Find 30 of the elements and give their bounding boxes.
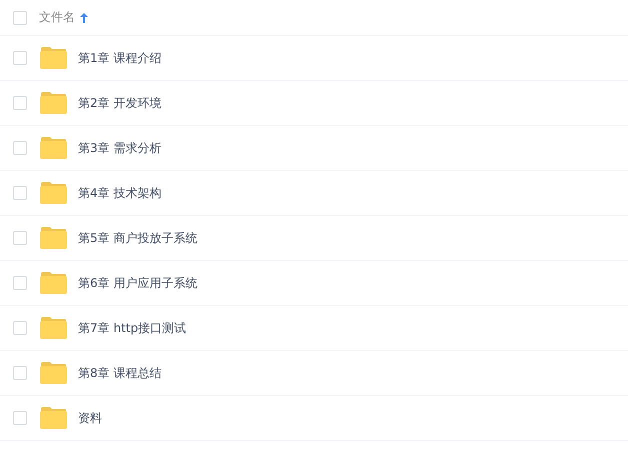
checkbox[interactable]: [13, 411, 27, 425]
sort-arrow-icon[interactable]: [80, 12, 88, 22]
checkbox[interactable]: [13, 276, 27, 290]
folder-icon: [40, 317, 67, 339]
checkbox[interactable]: [13, 141, 27, 155]
file-name[interactable]: 第5章 商户投放子系统: [78, 230, 198, 246]
folder-icon: [40, 407, 67, 429]
folder-icon: [40, 47, 67, 69]
folder-icon: [40, 182, 67, 204]
folder-icon: [40, 92, 67, 114]
checkbox[interactable]: [13, 231, 27, 245]
file-name[interactable]: 第8章 课程总结: [78, 364, 162, 382]
column-header[interactable]: 文件名: [39, 9, 75, 26]
file-name[interactable]: 第4章 技术架构: [78, 184, 162, 202]
file-name[interactable]: 第2章 开发环境: [78, 94, 162, 112]
folder-icon: [40, 137, 67, 159]
file-name[interactable]: 第7章 http接口测试: [78, 320, 186, 336]
checkbox[interactable]: [13, 51, 27, 65]
file-name[interactable]: 第3章 需求分析: [78, 140, 162, 156]
folder-icon: [40, 272, 67, 294]
checkbox[interactable]: [13, 186, 27, 200]
folder-icon: [40, 362, 67, 384]
file-name[interactable]: 资料: [78, 410, 102, 426]
checkbox[interactable]: [13, 10, 27, 24]
file-name[interactable]: 第6章 用户应用子系统: [78, 274, 198, 292]
checkbox[interactable]: [13, 321, 27, 335]
checkbox[interactable]: [13, 366, 27, 380]
checkbox[interactable]: [13, 96, 27, 110]
folder-icon: [40, 227, 67, 249]
file-name[interactable]: 第1章 课程介绍: [78, 50, 162, 66]
